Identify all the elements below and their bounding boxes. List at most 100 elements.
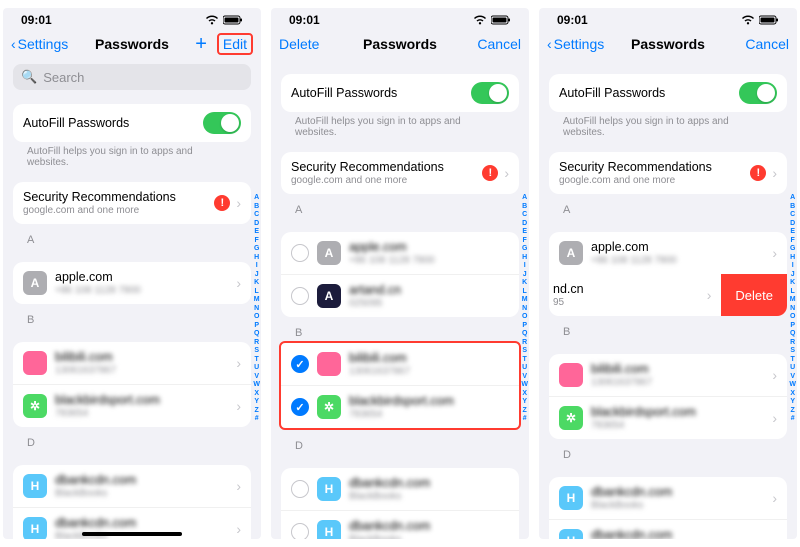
chevron-right-icon: ›: [772, 165, 777, 181]
autofill-toggle[interactable]: [203, 112, 241, 134]
section-header-b: B: [281, 317, 519, 341]
chevron-right-icon: ›: [772, 410, 777, 426]
select-radio[interactable]: [291, 523, 309, 539]
chevron-right-icon: ›: [772, 490, 777, 506]
battery-icon: [759, 15, 779, 25]
chevron-right-icon: ›: [772, 533, 777, 539]
section-header-b: B: [13, 304, 251, 328]
list-item[interactable]: H dbankcdn.comBlackBooks: [281, 468, 519, 510]
autofill-footnote: AutoFill helps you sign in to apps and w…: [281, 112, 519, 138]
chevron-right-icon: ›: [236, 275, 241, 291]
chevron-right-icon: ›: [236, 478, 241, 494]
alphabet-index[interactable]: ABCDEFGHIJKLMNOPQRSTUVWXYZ#: [521, 194, 528, 424]
chevron-right-icon: ›: [236, 195, 241, 211]
list-item[interactable]: A apple.com+86 108 1128 7800 ›: [549, 232, 787, 274]
list-item[interactable]: A artand.cn025095: [281, 274, 519, 317]
select-radio-checked[interactable]: [291, 355, 309, 373]
chevron-right-icon: ›: [772, 245, 777, 261]
alert-icon: !: [482, 165, 498, 181]
status-bar: 09:01: [539, 8, 797, 28]
chevron-right-icon: ›: [236, 355, 241, 371]
chevron-right-icon: ›: [236, 521, 241, 537]
list-item[interactable]: bilibili.com13061637867 ›: [549, 354, 787, 396]
autofill-toggle[interactable]: [471, 82, 509, 104]
autofill-footnote: AutoFill helps you sign in to apps and w…: [549, 112, 787, 138]
battery-icon: [491, 15, 511, 25]
site-icon: [559, 363, 583, 387]
autofill-row: AutoFill Passwords: [13, 104, 251, 142]
chevron-right-icon: ›: [772, 367, 777, 383]
list-item[interactable]: bilibili.com13061637867 ›: [13, 342, 251, 384]
status-time: 09:01: [289, 13, 320, 27]
alphabet-index[interactable]: ABCDEFGHIJKLMNOPQRSTUVWXYZ#: [789, 194, 796, 424]
security-recommendations[interactable]: Security Recommendations google.com and …: [549, 152, 787, 194]
select-radio[interactable]: [291, 480, 309, 498]
list-item[interactable]: A apple.com+86 108 1128 7800: [281, 232, 519, 274]
nav-bar: ‹ Settings Passwords Cancel: [539, 28, 797, 60]
add-button[interactable]: +: [195, 33, 207, 56]
security-recommendations[interactable]: Security Recommendations google.com and …: [281, 152, 519, 194]
site-icon: [23, 351, 47, 375]
chevron-right-icon: ›: [504, 165, 509, 181]
list-item[interactable]: A apple.com+86 108 1128 7800 ›: [13, 262, 251, 304]
alert-icon: !: [214, 195, 230, 211]
back-label: Settings: [18, 36, 69, 52]
alert-icon: !: [750, 165, 766, 181]
list-item[interactable]: H dbankcdn.comBlackBooks: [281, 510, 519, 539]
section-header-b: B: [549, 316, 787, 340]
select-radio[interactable]: [291, 244, 309, 262]
nav-bar: ‹ Settings Passwords + Edit: [3, 28, 261, 60]
autofill-row: AutoFill Passwords: [281, 74, 519, 112]
security-recommendations[interactable]: Security Recommendations google.com and …: [13, 182, 251, 224]
section-header-a: A: [281, 194, 519, 218]
select-radio[interactable]: [291, 287, 309, 305]
back-button[interactable]: ‹ Settings: [11, 36, 71, 52]
autofill-row: AutoFill Passwords: [549, 74, 787, 112]
list-item[interactable]: ✲ blackbirdsport.com783654 ›: [13, 384, 251, 427]
site-icon: A: [559, 241, 583, 265]
site-icon: ✲: [317, 395, 341, 419]
chevron-right-icon: ›: [707, 287, 712, 303]
list-item[interactable]: H dbankcdn.comBlackBooks ›: [549, 519, 787, 539]
wifi-icon: [473, 15, 487, 25]
site-icon: A: [317, 284, 341, 308]
wifi-icon: [741, 15, 755, 25]
section-header-a: A: [13, 224, 251, 248]
status-bar: 09:01: [271, 8, 529, 28]
list-item[interactable]: nd.cn95 ›: [549, 274, 721, 316]
search-input[interactable]: 🔍 Search: [13, 64, 251, 90]
section-header-a: A: [549, 194, 787, 218]
site-icon: ✲: [23, 394, 47, 418]
site-icon: H: [23, 517, 47, 539]
battery-icon: [223, 15, 243, 25]
back-button[interactable]: ‹ Settings: [547, 36, 607, 52]
list-item[interactable]: H dbankcdn.comBlackBooks ›: [549, 477, 787, 519]
security-title: Security Recommendations: [23, 190, 214, 204]
list-item[interactable]: H dbankcdn.comBlackBooks ›: [13, 465, 251, 507]
autofill-label: AutoFill Passwords: [23, 116, 203, 130]
delete-swipe-button[interactable]: Delete: [721, 274, 787, 316]
alphabet-index[interactable]: ABCDEFGHIJKLMNOPQRSTUVWXYZ#: [253, 194, 260, 424]
status-bar: 09:01: [3, 8, 261, 28]
list-item[interactable]: ✲ blackbirdsport.com783654 ›: [549, 396, 787, 439]
phone-screen-3: 09:01 ‹ Settings Passwords Cancel AutoFi…: [539, 8, 797, 539]
cancel-button[interactable]: Cancel: [745, 36, 789, 52]
phone-screen-1: 09:01 ‹ Settings Passwords + Edit 🔍 Sear…: [3, 8, 261, 539]
home-indicator[interactable]: [82, 532, 182, 536]
select-radio-checked[interactable]: [291, 398, 309, 416]
delete-button[interactable]: Delete: [279, 36, 339, 52]
wifi-icon: [205, 15, 219, 25]
selection-highlight: bilibili.com13061637867 ✲ blackbirdsport…: [279, 341, 521, 430]
site-icon: A: [317, 241, 341, 265]
chevron-left-icon: ‹: [11, 36, 16, 52]
site-icon: H: [317, 520, 341, 539]
cancel-button[interactable]: Cancel: [477, 36, 521, 52]
list-item[interactable]: bilibili.com13061637867: [281, 343, 519, 385]
security-sub: google.com and one more: [23, 205, 214, 216]
search-icon: 🔍: [21, 69, 37, 85]
list-item[interactable]: ✲ blackbirdsport.com783654: [281, 385, 519, 428]
chevron-right-icon: ›: [236, 398, 241, 414]
site-icon: ✲: [559, 406, 583, 430]
edit-button[interactable]: Edit: [217, 33, 253, 55]
autofill-toggle[interactable]: [739, 82, 777, 104]
